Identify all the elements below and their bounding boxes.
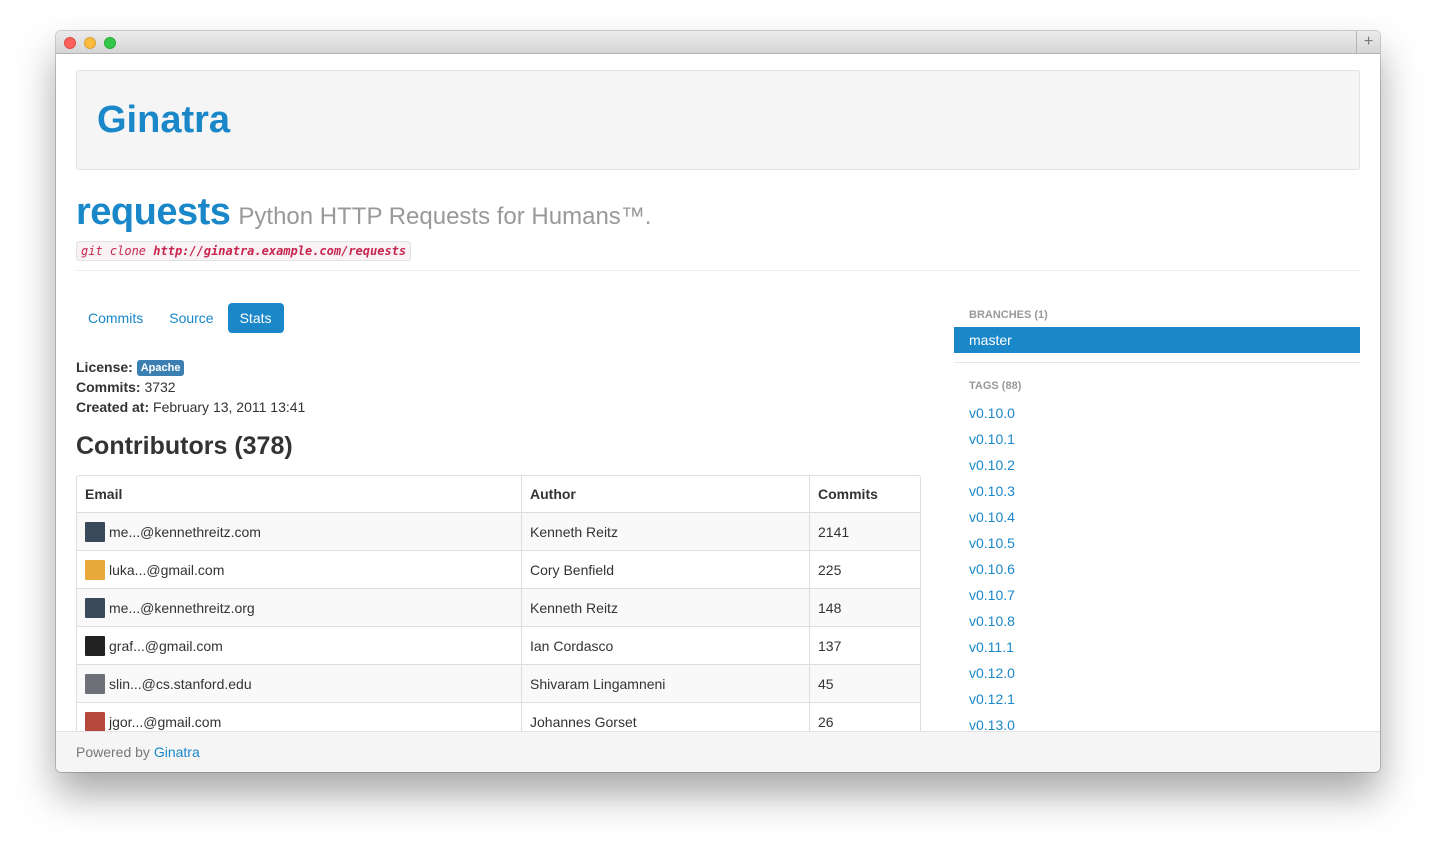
tag-item[interactable]: v0.11.1 — [954, 634, 1360, 660]
table-row: graf...@gmail.com Ian Cordasco 137 — [77, 626, 920, 664]
email-cell: graf...@gmail.com — [77, 626, 521, 664]
header-banner: Ginatra — [76, 70, 1360, 170]
table-header-row: Email Author Commits — [77, 476, 920, 512]
author-cell: Johannes Gorset — [521, 702, 809, 732]
contributor-email: slin...@cs.stanford.edu — [109, 675, 252, 692]
close-window-button[interactable] — [64, 37, 76, 49]
repo-stats: License: Apache Commits: 3732 Created at… — [76, 357, 305, 417]
column-header-commits: Commits — [809, 476, 920, 512]
brand-link[interactable]: Ginatra — [97, 99, 230, 142]
tag-item[interactable]: v0.12.0 — [954, 660, 1360, 686]
branches-header: BRANCHES (1) — [969, 309, 1048, 321]
footer: Powered by Ginatra — [56, 731, 1380, 772]
tab-stats[interactable]: Stats — [227, 303, 284, 333]
avatar — [85, 673, 105, 694]
divider — [76, 270, 1360, 271]
commits-cell: 225 — [809, 550, 920, 588]
table-row: slin...@cs.stanford.edu Shivaram Lingamne… — [77, 664, 920, 702]
commits-cell: 148 — [809, 588, 920, 626]
sidebar-divider — [954, 362, 1360, 363]
author-cell: Kenneth Reitz — [521, 512, 809, 550]
tag-item[interactable]: v0.10.0 — [954, 400, 1360, 426]
table-row: jgor...@gmail.com Johannes Gorset 26 — [77, 702, 920, 732]
author-cell: Cory Benfield — [521, 550, 809, 588]
repo-tabs: Commits Source Stats — [76, 303, 286, 333]
commits-cell: 2141 — [809, 512, 920, 550]
minimize-window-button[interactable] — [84, 37, 96, 49]
table-row: me...@kennethreitz.com Kenneth Reitz 2141 — [77, 512, 920, 550]
table-row: luka...@gmail.com Cory Benfield 225 — [77, 550, 920, 588]
avatar — [85, 521, 105, 542]
commits-row: Commits: 3732 — [76, 377, 305, 397]
created-row: Created at: February 13, 2011 13:41 — [76, 397, 305, 417]
contributors-table: Email Author Commits me...@kennethreitz.… — [76, 475, 921, 732]
email-cell: me...@kennethreitz.com — [77, 512, 521, 550]
license-label: License: — [76, 359, 133, 375]
branch-item-master[interactable]: master — [954, 327, 1360, 353]
tag-item[interactable]: v0.10.4 — [954, 504, 1360, 530]
contributor-email: luka...@gmail.com — [109, 561, 225, 578]
contributor-email: me...@kennethreitz.org — [109, 599, 255, 616]
repo-description: Python HTTP Requests for Humans™. — [238, 203, 652, 230]
commits-label: Commits: — [76, 379, 141, 395]
tab-source[interactable]: Source — [157, 303, 225, 333]
tag-item[interactable]: v0.10.2 — [954, 452, 1360, 478]
contributor-email: me...@kennethreitz.com — [109, 523, 261, 540]
commits-cell: 45 — [809, 664, 920, 702]
email-cell: luka...@gmail.com — [77, 550, 521, 588]
author-cell: Ian Cordasco — [521, 626, 809, 664]
commits-cell: 137 — [809, 626, 920, 664]
footer-ginatra-link[interactable]: Ginatra — [154, 744, 200, 760]
title-bar: + — [56, 31, 1380, 54]
clone-command[interactable]: git clone http://ginatra.example.com/req… — [76, 241, 412, 261]
created-value: February 13, 2011 13:41 — [153, 399, 306, 415]
column-header-email: Email — [85, 486, 123, 502]
license-row: License: Apache — [76, 357, 305, 377]
tags-header: TAGS (88) — [969, 380, 1022, 392]
license-badge: Apache — [136, 360, 185, 376]
clone-prefix: git clone — [81, 244, 147, 258]
avatar — [85, 559, 105, 580]
author-cell: Shivaram Lingamneni — [521, 664, 809, 702]
commits-cell: 26 — [809, 702, 920, 732]
tag-item[interactable]: v0.12.1 — [954, 686, 1360, 712]
author-cell: Kenneth Reitz — [521, 588, 809, 626]
commits-value: 3732 — [144, 379, 176, 395]
email-cell: slin...@cs.stanford.edu — [77, 664, 521, 702]
tag-item[interactable]: v0.10.8 — [954, 608, 1360, 634]
tag-item[interactable]: v0.10.5 — [954, 530, 1360, 556]
email-cell: jgor...@gmail.com — [77, 702, 521, 732]
footer-text: Powered by — [76, 744, 150, 760]
contributor-email: jgor...@gmail.com — [109, 713, 222, 730]
avatar — [85, 597, 105, 618]
table-row: me...@kennethreitz.org Kenneth Reitz 148 — [77, 588, 920, 626]
tag-list: v0.10.0 v0.10.1 v0.10.2 v0.10.3 v0.10.4 v0.10… — [954, 400, 1360, 732]
browser-window: + Ginatra requests Python HTTP Requests f… — [56, 31, 1380, 772]
avatar — [85, 711, 105, 732]
repo-name: requests — [76, 191, 231, 233]
contributor-email: graf...@gmail.com — [109, 637, 223, 654]
created-label: Created at: — [76, 399, 150, 415]
tag-item[interactable]: v0.10.7 — [954, 582, 1360, 608]
contributors-title: Contributors (378) — [76, 432, 293, 460]
repo-heading: requests Python HTTP Requests for Humans™… — [76, 191, 651, 234]
tag-item[interactable]: v0.10.3 — [954, 478, 1360, 504]
avatar — [85, 635, 105, 656]
column-header-author: Author — [521, 476, 809, 512]
new-tab-icon[interactable]: + — [1356, 31, 1380, 54]
tab-commits[interactable]: Commits — [76, 303, 155, 333]
clone-url: http://ginatra.example.com/requests — [153, 244, 407, 258]
maximize-window-button[interactable] — [104, 37, 116, 49]
email-cell: me...@kennethreitz.org — [77, 588, 521, 626]
page-content: Ginatra requests Python HTTP Requests for… — [56, 55, 1380, 732]
tag-item[interactable]: v0.10.1 — [954, 426, 1360, 452]
tag-item[interactable]: v0.10.6 — [954, 556, 1360, 582]
sidebar: BRANCHES (1) master TAGS (88) v0.10.0 v0.… — [954, 305, 1360, 732]
tag-item[interactable]: v0.13.0 — [954, 712, 1360, 732]
